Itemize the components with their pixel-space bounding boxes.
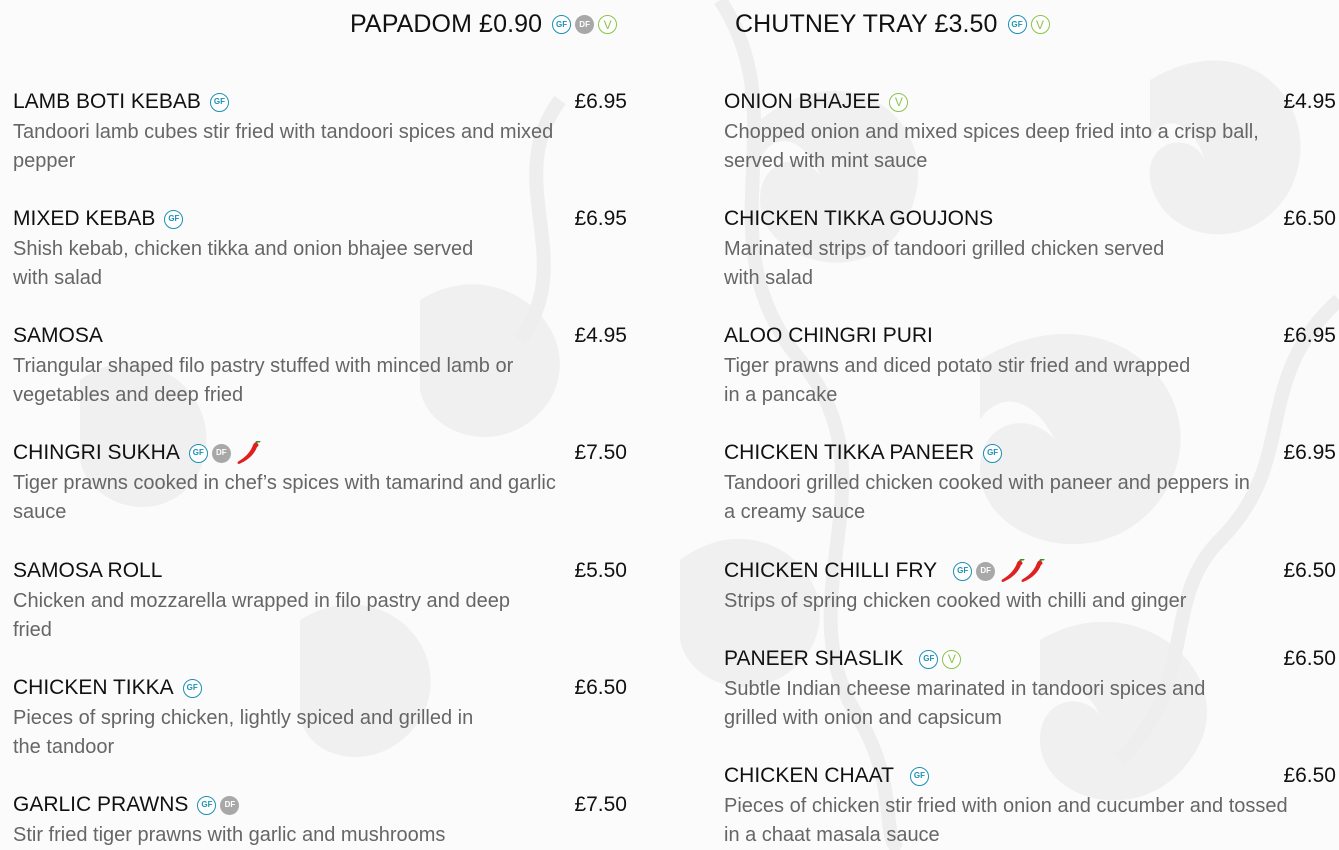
- gf-icon: GF: [164, 209, 184, 229]
- menu-item: CHICKEN CHILLI FRY GF DF £6.50 Strips of…: [724, 556, 1336, 616]
- item-description: Marinated strips of tandoori grilled chi…: [724, 238, 1165, 289]
- papadom-badges: GF DF V: [552, 15, 618, 34]
- chilli-icon: [237, 441, 261, 464]
- item-name: CHICKEN TIKKA PANEER: [724, 441, 975, 464]
- gf-icon: GF: [909, 766, 929, 786]
- menu-item: CHICKEN TIKKA PANEER GF £6.95 Tandoori g…: [724, 438, 1336, 527]
- vegetarian-icon: V: [889, 92, 909, 112]
- vegetarian-icon: V: [942, 649, 962, 669]
- item-price: £6.95: [1283, 324, 1336, 347]
- df-icon: DF: [976, 561, 996, 581]
- item-description: Chicken and mozzarella wrapped in filo p…: [13, 590, 510, 641]
- gf-icon: GF: [1007, 15, 1027, 34]
- item-description: Tandoori grilled chicken cooked with pan…: [724, 472, 1250, 523]
- item-name: CHICKEN TIKKA GOUJONS: [724, 207, 994, 230]
- item-name: PANEER SHASLIK: [724, 647, 904, 670]
- vegetarian-icon: V: [1030, 15, 1050, 34]
- item-price: £7.50: [574, 441, 627, 464]
- df-icon: DF: [220, 795, 240, 815]
- item-name: ONION BHAJEE: [724, 90, 881, 113]
- item-name: MIXED KEBAB: [13, 207, 156, 230]
- df-icon: DF: [211, 443, 231, 463]
- item-description: Shish kebab, chicken tikka and onion bha…: [13, 238, 474, 289]
- menu-item: CHICKEN TIKKA GOUJONS £6.50 Marinated st…: [724, 204, 1336, 293]
- papadom-extra: PAPADOM £0.90 GF DF V: [350, 10, 618, 39]
- item-name: GARLIC PRAWNS: [13, 793, 189, 816]
- item-name: CHICKEN CHILLI FRY: [724, 559, 938, 582]
- item-price: £4.95: [1283, 90, 1336, 113]
- item-description: Subtle Indian cheese marinated in tandoo…: [724, 678, 1206, 729]
- chutney-tray-badges: GF V: [1007, 15, 1050, 34]
- item-price: £6.95: [574, 207, 627, 230]
- menu-item: MIXED KEBAB GF £6.95 Shish kebab, chicke…: [13, 204, 627, 293]
- item-price: £6.50: [574, 676, 627, 699]
- menu-item: LAMB BOTI KEBAB GF £6.95 Tandoori lamb c…: [13, 87, 627, 176]
- item-description: Tiger prawns cooked in chef’s spices wit…: [13, 472, 556, 523]
- gf-icon: GF: [919, 649, 939, 669]
- item-price: £6.50: [1283, 559, 1336, 582]
- item-description: Triangular shaped filo pastry stuffed wi…: [13, 355, 514, 406]
- chilli-icon: [1021, 559, 1045, 582]
- chutney-tray-label: CHUTNEY TRAY £3.50: [735, 10, 998, 38]
- menu-item: PANEER SHASLIK GF V £6.50 Subtle Indian …: [724, 644, 1336, 733]
- gf-icon: GF: [209, 92, 229, 112]
- menu-item: CHINGRI SUKHA GF DF £7.50 Tiger prawns c…: [13, 438, 627, 527]
- gf-icon: GF: [188, 443, 208, 463]
- item-price: £6.50: [1283, 764, 1336, 787]
- menu-item: SAMOSA £4.95 Triangular shaped filo past…: [13, 321, 627, 410]
- item-name: SAMOSA: [13, 324, 103, 347]
- menu-item: ALOO CHINGRI PURI £6.95 Tiger prawns and…: [724, 321, 1336, 410]
- menu-item: GARLIC PRAWNS GF DF £7.50 Stir fried tig…: [13, 790, 627, 850]
- menu-page: PAPADOM £0.90 GF DF V CHUTNEY TRAY £3.50…: [0, 0, 1339, 850]
- item-description: Pieces of spring chicken, lightly spiced…: [13, 707, 474, 758]
- item-name: CHICKEN CHAAT: [724, 764, 894, 787]
- item-description: Tiger prawns and diced potato stir fried…: [724, 355, 1191, 406]
- item-price: £7.50: [574, 793, 627, 816]
- menu-item: CHICKEN TIKKA GF £6.50 Pieces of spring …: [13, 673, 627, 762]
- gf-icon: GF: [552, 15, 572, 34]
- item-price: £5.50: [574, 559, 627, 582]
- item-name: CHINGRI SUKHA: [13, 441, 180, 464]
- gf-icon: GF: [197, 795, 217, 815]
- menu-item: ONION BHAJEE V £4.95 Chopped onion and m…: [724, 87, 1336, 176]
- item-description: Strips of spring chicken cooked with chi…: [724, 590, 1187, 612]
- papadom-label: PAPADOM £0.90: [350, 10, 543, 38]
- item-description: Pieces of chicken stir fried with onion …: [724, 795, 1288, 846]
- gf-icon: GF: [953, 561, 973, 581]
- menu-item: SAMOSA ROLL £5.50 Chicken and mozzarella…: [13, 556, 627, 645]
- chutney-tray-extra: CHUTNEY TRAY £3.50 GF V: [735, 10, 1050, 39]
- item-name: CHICKEN TIKKA: [13, 676, 174, 699]
- item-price: £6.95: [574, 90, 627, 113]
- item-name: SAMOSA ROLL: [13, 559, 163, 582]
- df-icon: DF: [575, 15, 595, 34]
- item-price: £6.95: [1283, 441, 1336, 464]
- item-price: £6.50: [1283, 207, 1336, 230]
- item-description: Tandoori lamb cubes stir fried with tand…: [13, 121, 554, 172]
- gf-icon: GF: [983, 443, 1003, 463]
- vegetarian-icon: V: [598, 15, 618, 34]
- item-price: £6.50: [1283, 647, 1336, 670]
- gf-icon: GF: [182, 678, 202, 698]
- item-price: £4.95: [574, 324, 627, 347]
- item-name: LAMB BOTI KEBAB: [13, 90, 201, 113]
- item-description: Chopped onion and mixed spices deep frie…: [724, 121, 1259, 172]
- item-name: ALOO CHINGRI PURI: [724, 324, 933, 347]
- item-description: Stir fried tiger prawns with garlic and …: [13, 824, 446, 846]
- menu-item: CHICKEN CHAAT GF £6.50 Pieces of chicken…: [724, 761, 1336, 850]
